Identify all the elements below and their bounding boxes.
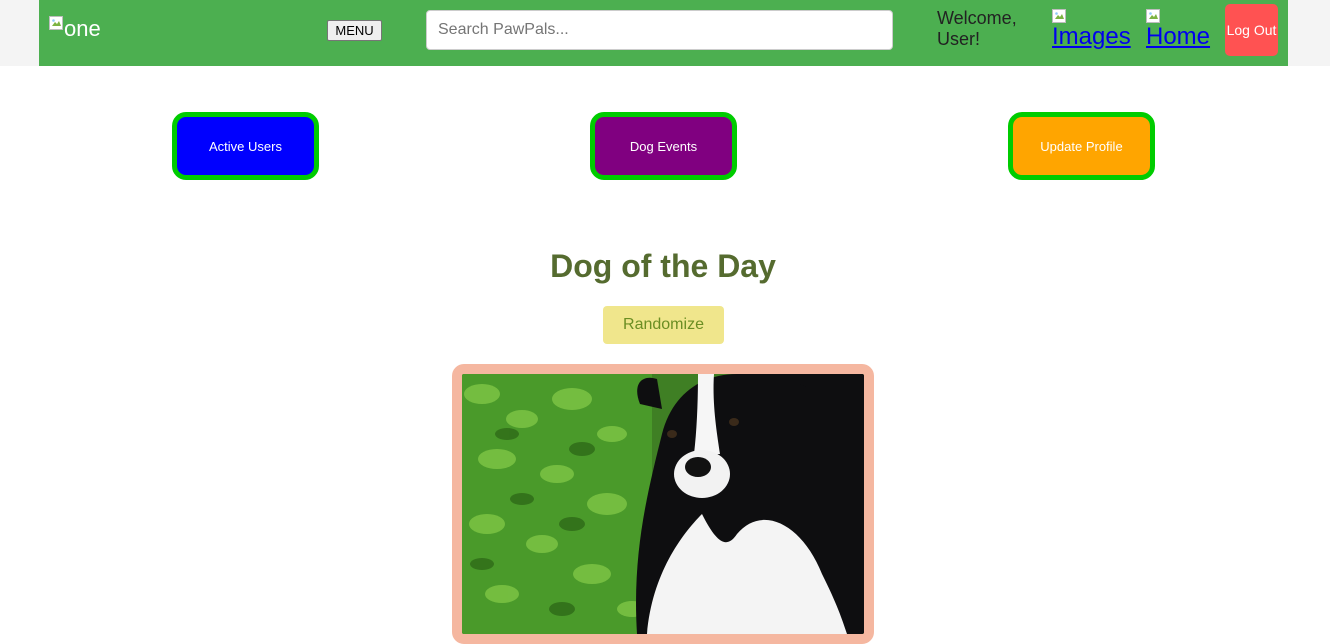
dog-of-the-day-heading: Dog of the Day xyxy=(550,248,776,284)
nav-link-images[interactable]: Images xyxy=(1052,8,1131,51)
dog-photo-icon xyxy=(462,374,864,634)
search-input[interactable] xyxy=(426,10,893,50)
nav-link-home[interactable]: Home xyxy=(1146,8,1210,51)
site-logo[interactable]: one xyxy=(49,16,101,42)
logo-alt-text: one xyxy=(64,16,101,41)
update-profile-button[interactable]: Update Profile xyxy=(1008,112,1155,180)
active-users-button[interactable]: Active Users xyxy=(172,112,319,180)
dog-events-button[interactable]: Dog Events xyxy=(590,112,737,180)
welcome-message: Welcome, User! xyxy=(937,8,1017,49)
logout-button[interactable]: Log Out xyxy=(1225,4,1278,56)
top-navigation-bar: one MENU Welcome, User! Images Home Log … xyxy=(39,0,1288,66)
menu-button[interactable]: MENU xyxy=(327,20,382,41)
randomize-button[interactable]: Randomize xyxy=(603,306,724,344)
broken-image-icon xyxy=(1146,9,1160,23)
dog-photo-frame xyxy=(452,364,874,644)
broken-image-icon xyxy=(49,16,63,30)
broken-image-icon xyxy=(1052,9,1066,23)
